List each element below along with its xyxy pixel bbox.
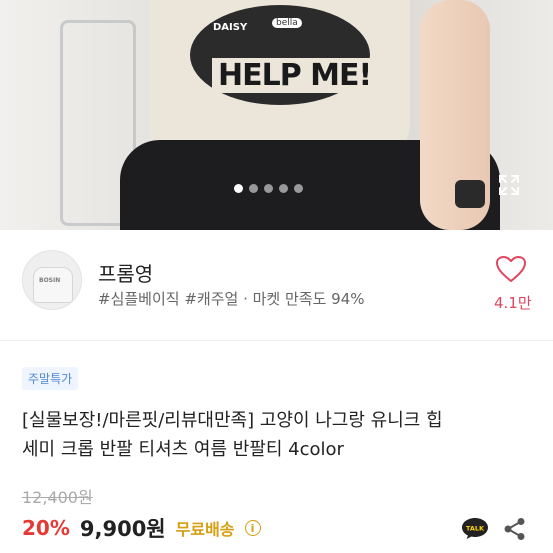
carousel-indicator	[234, 184, 303, 193]
shirt-print-name-2: bella	[272, 18, 302, 28]
info-icon[interactable]: i	[244, 520, 261, 536]
seller-avatar[interactable]: BOSIN	[22, 250, 82, 310]
like-count: 4.1만	[494, 294, 532, 312]
heart-icon[interactable]	[495, 255, 527, 283]
talk-icon[interactable]: TALK	[461, 516, 489, 540]
free-shipping-label: 무료배송	[175, 520, 235, 539]
product-image-carousel[interactable]: HELP ME! DAISY bella	[0, 0, 553, 230]
avatar-text: BOSIN	[39, 277, 61, 284]
product-title: [실물보장!/마른핏/리뷰대만족] 고양이 나그랑 유니크 힙 세미 크롭 반팔…	[22, 406, 537, 464]
price-row: 20% 9,900원 무료배송 i	[22, 513, 261, 543]
seller-meta: #심플베이직 #캐주얼 · 마켓 만족도 94%	[98, 290, 365, 308]
product-title-line-1: [실물보장!/마른핏/리뷰대만족] 고양이 나그랑 유니크 힙	[22, 410, 443, 431]
carousel-dot-2[interactable]	[249, 184, 258, 193]
expand-icon[interactable]	[498, 174, 520, 196]
promo-badge: 주말특가	[22, 367, 79, 390]
seller-section	[0, 230, 553, 340]
seller-name[interactable]: 프롬영	[98, 258, 153, 287]
avatar-sweatshirt	[33, 267, 73, 303]
shirt-print-name-1: DAISY	[213, 22, 248, 33]
carousel-dot-5[interactable]	[294, 184, 303, 193]
watch-image	[455, 180, 485, 208]
section-divider	[0, 340, 553, 341]
sale-price: 9,900원	[79, 517, 166, 541]
product-title-line-2: 세미 크롭 반팔 티셔츠 여름 반팔티 4color	[22, 439, 344, 460]
carousel-dot-4[interactable]	[279, 184, 288, 193]
talk-label: TALK	[466, 525, 485, 533]
carousel-dot-1[interactable]	[234, 184, 243, 193]
shirt-print-text: HELP ME!	[212, 58, 378, 93]
discount-rate: 20%	[22, 516, 70, 540]
original-price: 12,400원	[22, 488, 93, 507]
share-icon[interactable]	[503, 517, 527, 541]
carousel-dot-3[interactable]	[264, 184, 273, 193]
